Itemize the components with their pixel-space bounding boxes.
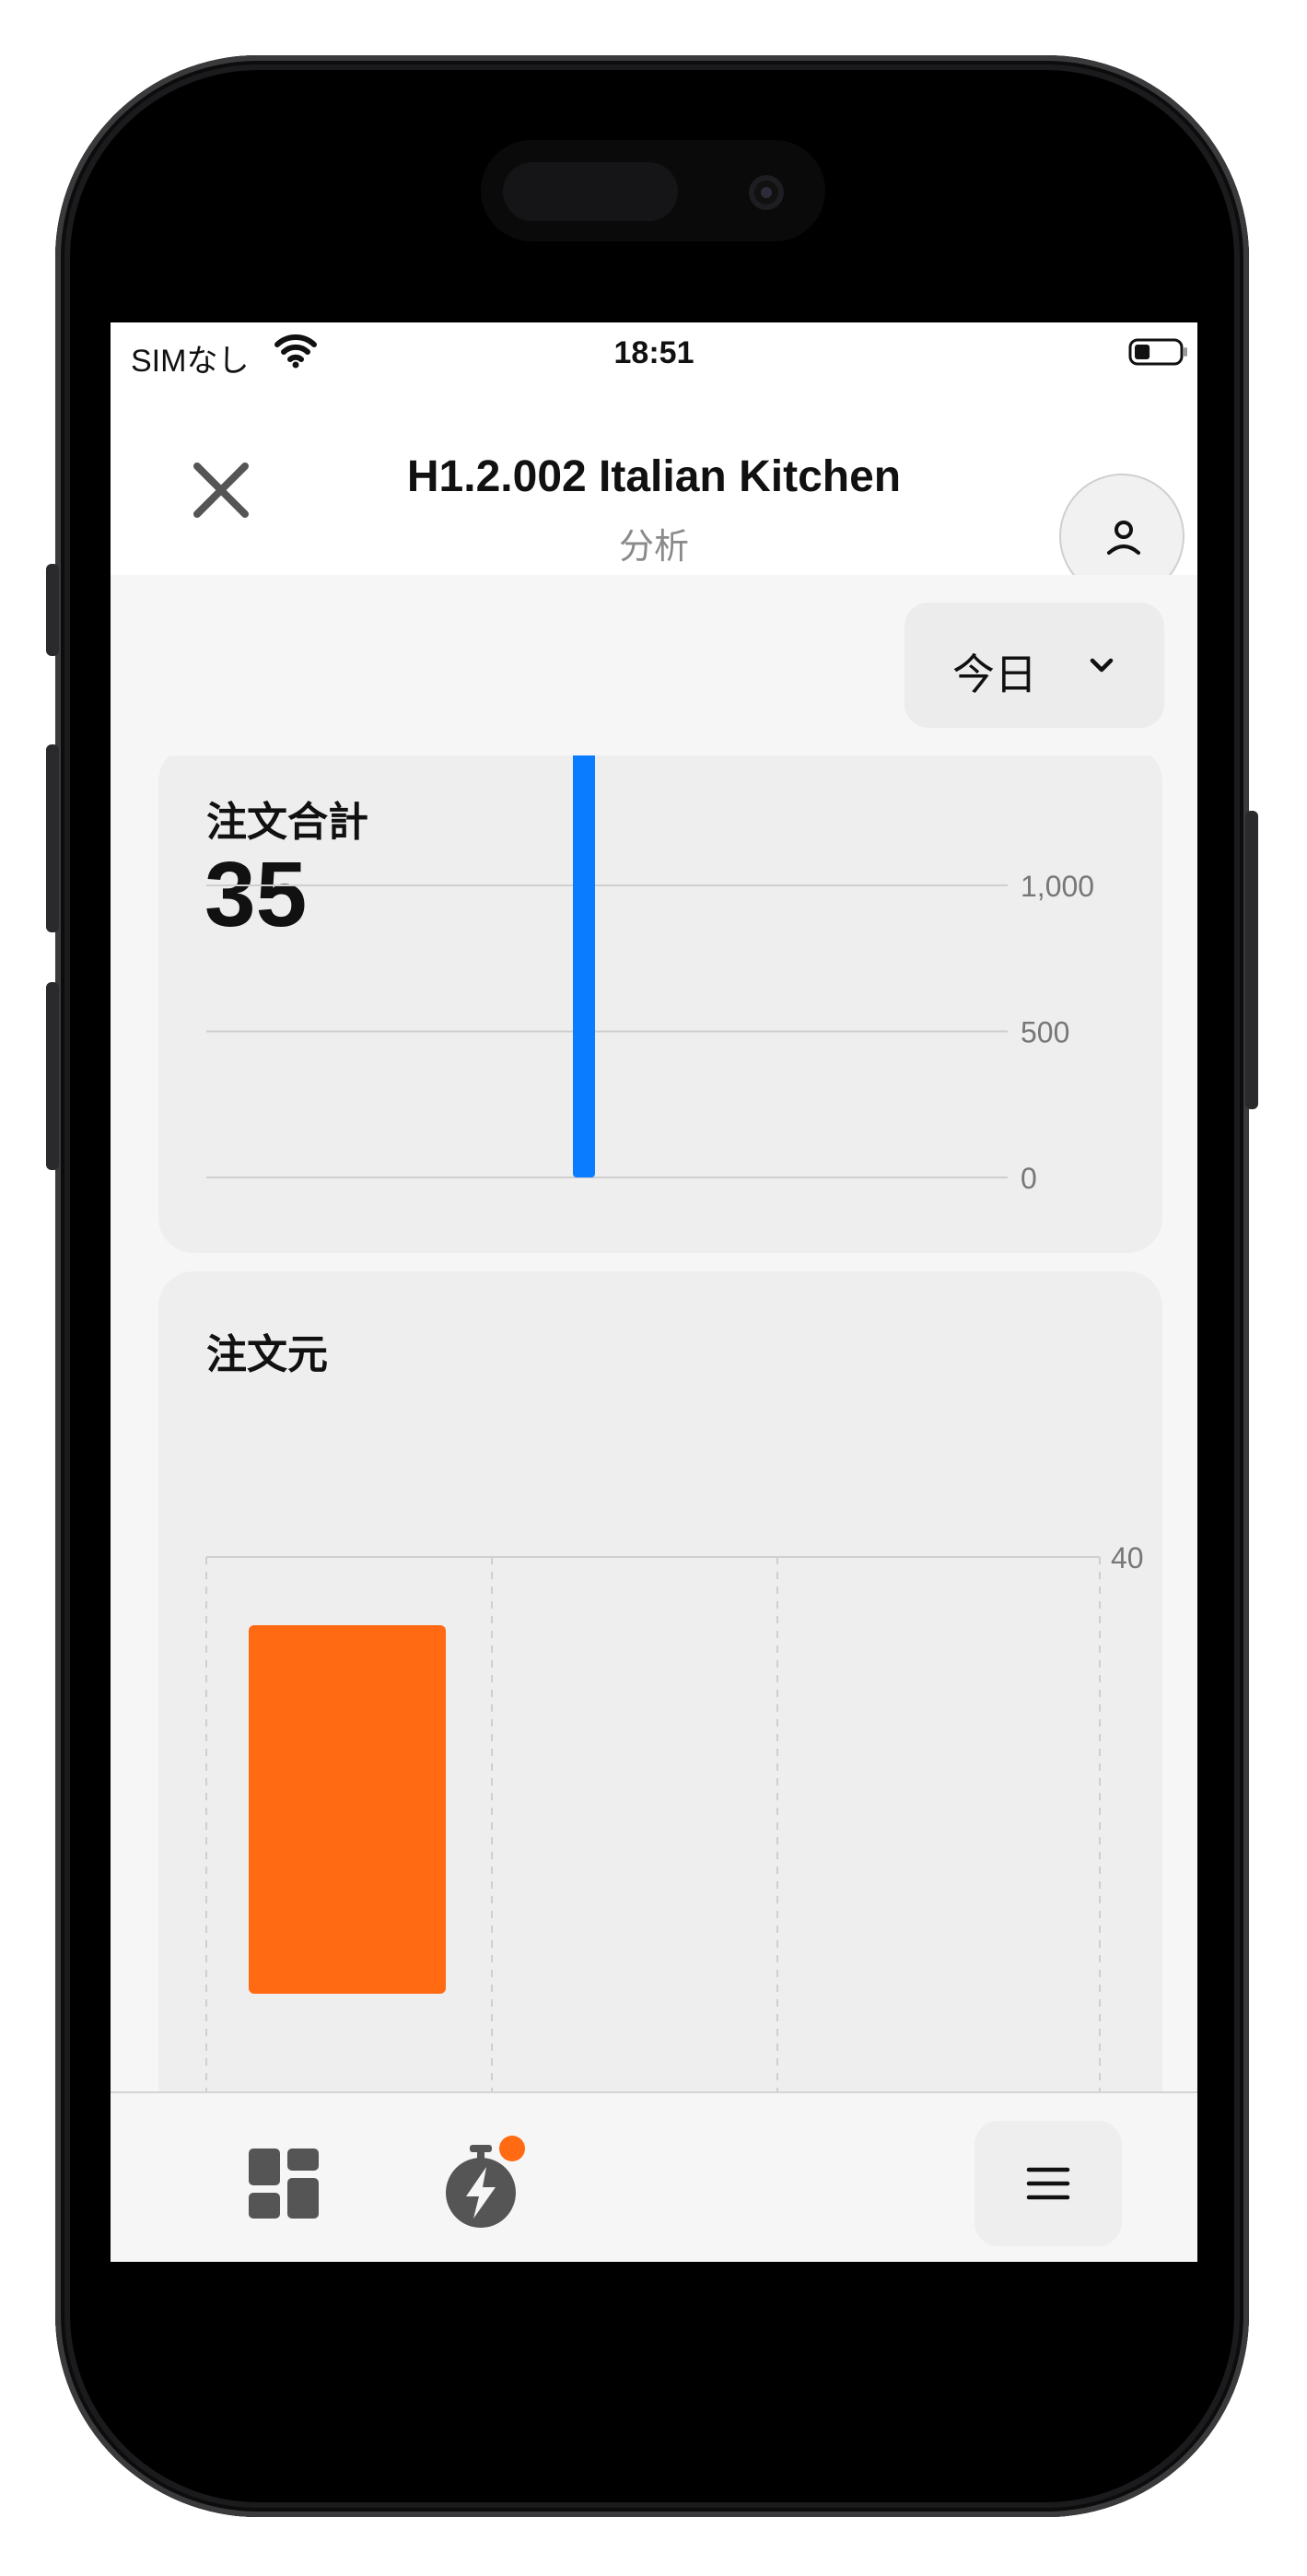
dynamic-island-sensor [503, 162, 678, 221]
person-icon [1107, 521, 1140, 555]
scroll-content[interactable]: 注文合計 35 2,0001,5001,0005000 注文元 40 [111, 755, 1197, 2091]
volume-up-button [46, 744, 59, 932]
y-tick-label: 40 [1111, 1541, 1144, 1575]
order-source-card: 注文元 40 [158, 1271, 1162, 2091]
battery-icon [1128, 338, 1187, 366]
page-subtitle: 分析 [618, 528, 689, 567]
status-time: 18:51 [613, 335, 694, 370]
y-tick-label: 1,000 [1021, 870, 1094, 903]
y-tick-label: 0 [1021, 1162, 1037, 1195]
front-camera [749, 175, 784, 210]
bottom-toolbar [111, 2091, 1197, 2262]
period-label: 今日 [952, 650, 1037, 698]
orders-total-chart: 2,0001,5001,0005000 [206, 755, 1094, 1195]
orders-total-card: 注文合計 35 2,0001,5001,0005000 [158, 755, 1162, 1253]
y-tick-label: 1,500 [1021, 755, 1094, 757]
filter-bar: 今日 [111, 575, 1197, 757]
y-tick-label: 500 [1021, 1016, 1069, 1049]
app-screen: SIMなし 18:51 H1.2.002 Italian Kitchen 分析 [111, 322, 1197, 2262]
power-button [1245, 811, 1258, 1109]
notification-badge [499, 2136, 525, 2161]
status-bar: SIMなし 18:51 [111, 322, 1197, 381]
dashboard-icon[interactable] [247, 2147, 321, 2220]
volume-down-button [46, 982, 59, 1170]
menu-icon [1026, 2167, 1070, 2200]
menu-button[interactable] [974, 2121, 1122, 2246]
order-source-chart: 40 [205, 1541, 1144, 2091]
chevron-down-icon [1090, 658, 1114, 673]
period-dropdown[interactable]: 今日 [904, 603, 1164, 728]
chart-bar [573, 755, 595, 1177]
app-header: H1.2.002 Italian Kitchen 分析 [111, 381, 1197, 599]
action-button [46, 564, 59, 656]
chart-bar [249, 1625, 446, 1994]
page-title: H1.2.002 Italian Kitchen [406, 452, 902, 501]
